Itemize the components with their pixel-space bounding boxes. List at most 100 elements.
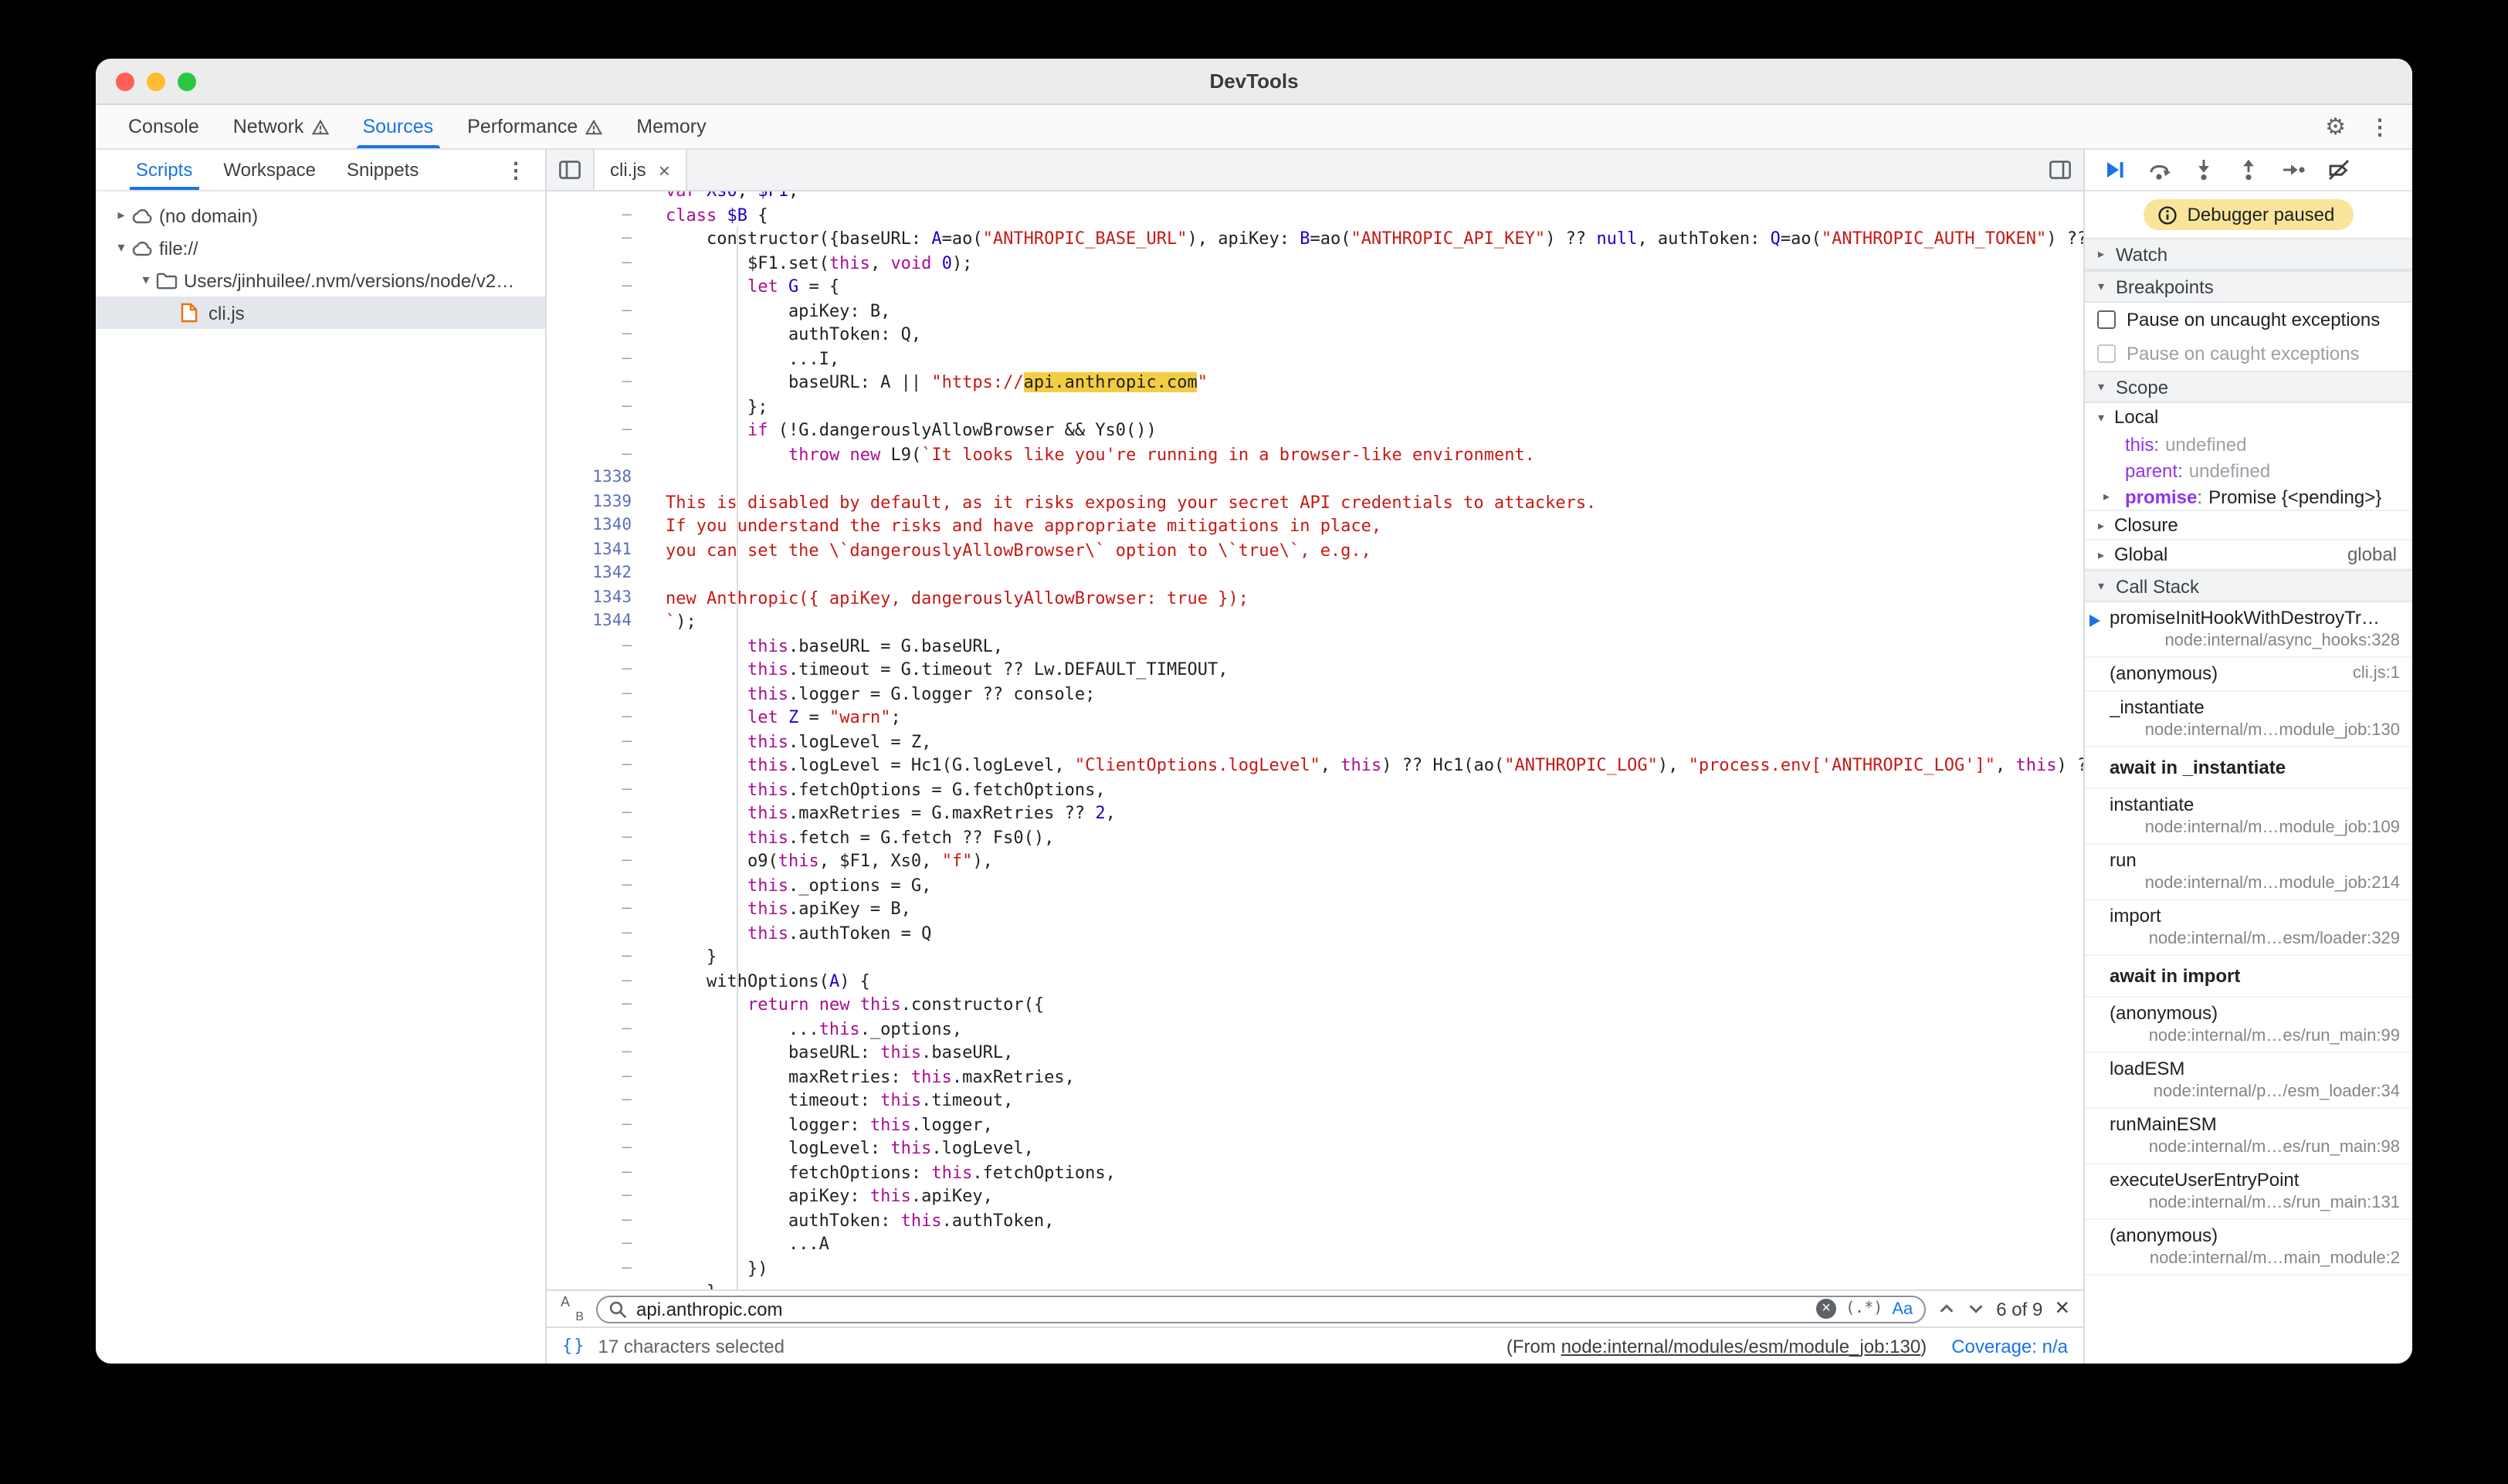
call-stack-frame[interactable]: _instantiatenode:internal/m…module_job:1… xyxy=(2085,692,2412,747)
line-number[interactable]: – xyxy=(547,1256,649,1280)
source-origin-link[interactable]: node:internal/modules/esm/module_job:130 xyxy=(1561,1335,1921,1357)
chevron-right-icon[interactable]: ▸ xyxy=(2103,490,2110,503)
line-number[interactable]: – xyxy=(547,442,649,466)
toggle-debugger-sidebar-button[interactable] xyxy=(2037,150,2083,190)
sidebar-tab-scripts[interactable]: Scripts xyxy=(120,150,208,190)
scope-section-header[interactable]: ▾ Scope xyxy=(2085,371,2412,403)
call-stack-frame[interactable]: (anonymous)node:internal/m…main_module:2 xyxy=(2085,1220,2412,1276)
line-number[interactable]: – xyxy=(547,778,649,801)
scope-group-closure[interactable]: ▸Closure xyxy=(2085,511,2412,539)
step-out-button[interactable] xyxy=(2236,158,2261,182)
line-number[interactable]: – xyxy=(547,682,649,706)
line-number[interactable]: – xyxy=(547,1041,649,1065)
line-number[interactable]: – xyxy=(547,754,649,778)
navigator-more-icon[interactable]: ⋮ xyxy=(505,150,545,190)
line-number[interactable]: – xyxy=(547,825,649,849)
call-stack-frame[interactable]: loadESMnode:internal/p…/esm_loader:34 xyxy=(2085,1053,2412,1109)
call-stack-frame[interactable]: runMainESMnode:internal/m…es/run_main:98 xyxy=(2085,1109,2412,1164)
sidebar-tab-snippets[interactable]: Snippets xyxy=(331,150,434,190)
line-number[interactable]: – xyxy=(547,706,649,730)
tree-item-file-[interactable]: ▾file:// xyxy=(96,232,545,264)
line-number[interactable]: – xyxy=(547,275,649,299)
tab-performance[interactable]: Performance xyxy=(450,105,619,148)
breakpoint-option[interactable]: Pause on uncaught exceptions xyxy=(2085,303,2412,337)
line-number[interactable]: 1344 xyxy=(547,610,649,634)
breakpoint-option[interactable]: Pause on caught exceptions xyxy=(2085,337,2412,371)
line-number[interactable]: – xyxy=(547,1232,649,1256)
find-scope-icon[interactable]: AB xyxy=(561,1297,584,1320)
tree-expanded-icon[interactable]: ▾ xyxy=(111,239,131,256)
breakpoints-section-header[interactable]: ▾ Breakpoints xyxy=(2085,270,2412,303)
watch-section-header[interactable]: ▸ Watch xyxy=(2085,238,2412,270)
line-number[interactable]: – xyxy=(547,1160,649,1184)
tree-expanded-icon[interactable]: ▾ xyxy=(136,272,156,289)
coverage-link[interactable]: Coverage: n/a xyxy=(1951,1335,2068,1357)
tree-collapsed-icon[interactable]: ▸ xyxy=(111,207,131,224)
tree-item--no-domain-[interactable]: ▸(no domain) xyxy=(96,199,545,232)
line-number[interactable]: 1343 xyxy=(547,586,649,610)
call-stack-frame[interactable]: importnode:internal/m…esm/loader:329 xyxy=(2085,900,2412,956)
line-number[interactable]: – xyxy=(547,191,649,203)
line-number[interactable]: – xyxy=(547,1017,649,1041)
resume-button[interactable] xyxy=(2102,158,2127,182)
call-stack-frame[interactable]: instantiatenode:internal/m…module_job:10… xyxy=(2085,789,2412,845)
line-number[interactable]: – xyxy=(547,730,649,754)
line-number[interactable]: – xyxy=(547,1184,649,1208)
call-stack-frame[interactable]: runnode:internal/m…module_job:214 xyxy=(2085,845,2412,900)
scope-variable-promise[interactable]: ▸promise: Promise {<pending>} xyxy=(2085,483,2412,510)
scope-group-local[interactable]: ▾Local xyxy=(2085,403,2412,431)
line-number[interactable]: 1341 xyxy=(547,538,649,562)
line-number[interactable]: – xyxy=(547,1137,649,1160)
line-number[interactable]: – xyxy=(547,634,649,658)
settings-gear-icon[interactable]: ⚙ xyxy=(2325,115,2346,138)
call-stack-frame[interactable]: promiseInitHookWithDestroyTr…node:intern… xyxy=(2085,602,2412,658)
line-number[interactable]: – xyxy=(547,969,649,993)
checkbox[interactable] xyxy=(2097,310,2116,329)
search-input[interactable] xyxy=(636,1298,1807,1320)
step-over-button[interactable] xyxy=(2147,158,2171,182)
call-stack-frame[interactable]: (anonymous)cli.js:1 xyxy=(2085,658,2412,692)
line-number[interactable]: – xyxy=(547,1089,649,1113)
checkbox[interactable] xyxy=(2097,344,2116,363)
line-number[interactable]: – xyxy=(547,251,649,275)
call-stack-frame[interactable]: (anonymous)node:internal/m…es/run_main:9… xyxy=(2085,998,2412,1053)
tab-memory[interactable]: Memory xyxy=(619,105,723,148)
step-button[interactable] xyxy=(2281,158,2306,182)
line-number[interactable]: – xyxy=(547,993,649,1017)
line-number[interactable]: – xyxy=(547,873,649,897)
line-number[interactable]: – xyxy=(547,203,649,227)
line-number[interactable]: 1339 xyxy=(547,490,649,514)
line-number[interactable]: 1340 xyxy=(547,514,649,538)
pretty-print-toggle[interactable]: {} xyxy=(562,1336,586,1356)
regex-toggle[interactable]: (.*) xyxy=(1845,1300,1883,1317)
editor-tab-clijs[interactable]: cli.js × xyxy=(593,150,687,190)
line-number[interactable]: 1338 xyxy=(547,466,649,490)
minimize-button[interactable] xyxy=(147,73,165,91)
tab-network[interactable]: Network xyxy=(216,105,346,148)
line-number[interactable]: – xyxy=(547,921,649,945)
line-number[interactable]: – xyxy=(547,371,649,395)
line-number[interactable]: – xyxy=(547,1065,649,1089)
line-number[interactable]: – xyxy=(547,227,649,251)
line-number[interactable]: 1342 xyxy=(547,562,649,586)
step-into-button[interactable] xyxy=(2191,158,2216,182)
search-previous-button[interactable] xyxy=(1937,1300,1954,1317)
line-number[interactable]: – xyxy=(547,418,649,442)
line-number[interactable]: – xyxy=(547,801,649,825)
close-search-button[interactable]: × xyxy=(2055,1296,2069,1321)
toggle-navigator-button[interactable] xyxy=(547,150,593,190)
sidebar-tab-workspace[interactable]: Workspace xyxy=(208,150,331,190)
tree-item-cli-js[interactable]: cli.js xyxy=(96,296,545,329)
line-number[interactable]: – xyxy=(547,347,649,371)
line-number[interactable]: – xyxy=(547,1208,649,1232)
tree-item-users-jinhuilee-nvm-versions-node-v2-[interactable]: ▾Users/jinhuilee/.nvm/versions/node/v2… xyxy=(96,264,545,296)
zoom-button[interactable] xyxy=(178,73,196,91)
search-next-button[interactable] xyxy=(1967,1300,1984,1317)
line-number[interactable]: – xyxy=(547,658,649,682)
code-editor[interactable]: –var Xs0, $F1,–class $B {– constructor({… xyxy=(547,191,2083,1289)
line-number[interactable]: – xyxy=(547,1280,649,1289)
tab-console[interactable]: Console xyxy=(111,105,216,148)
line-number[interactable]: – xyxy=(547,1113,649,1137)
close-button[interactable] xyxy=(116,73,134,91)
line-number[interactable]: – xyxy=(547,395,649,418)
